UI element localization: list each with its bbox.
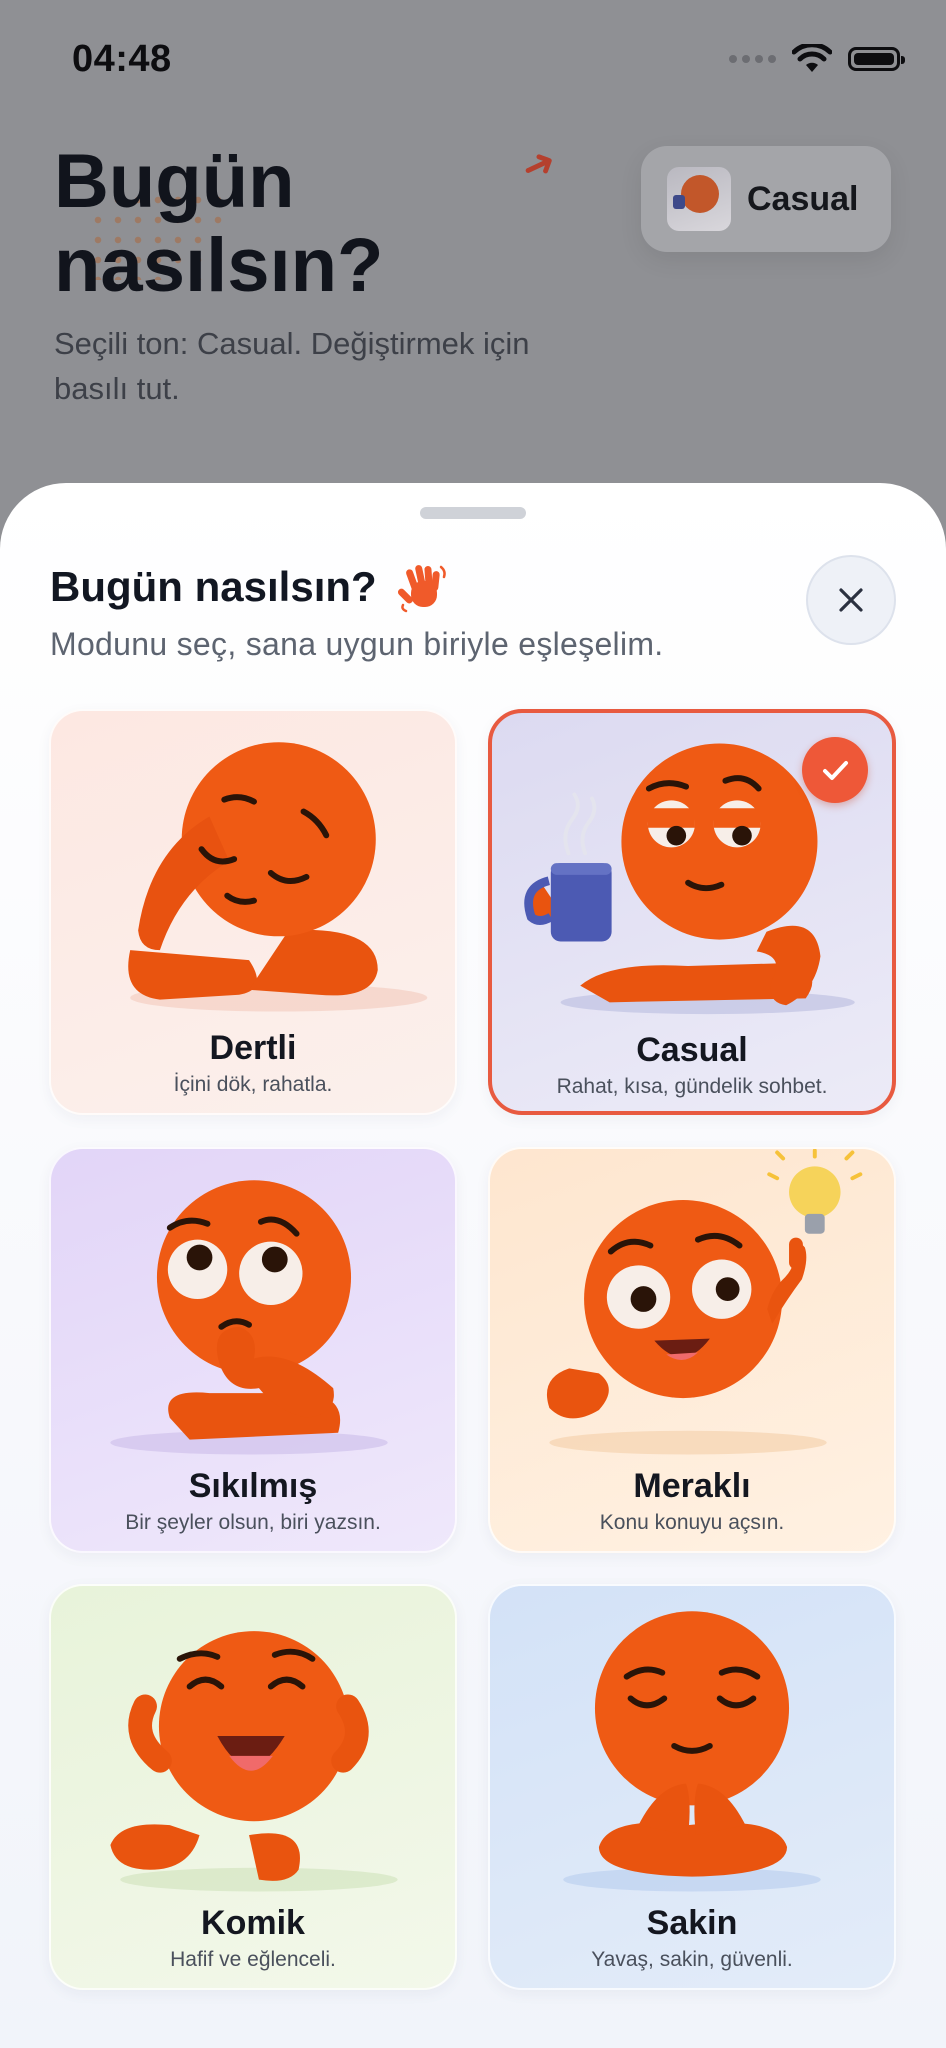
mood-sheet: Bugün nasılsın? Modunu seç, sana uygun b… — [0, 483, 946, 2048]
mood-card-dertli[interactable]: Dertli İçini dök, rahatla. — [49, 709, 457, 1115]
komik-character-illustration — [110, 1631, 398, 1892]
mood-name: Sakin — [646, 1904, 738, 1942]
page-subtitle: Seçili ton: Casual. Değiştirmek için bas… — [54, 326, 530, 406]
selected-check-badge — [802, 737, 868, 803]
tone-label: Casual — [747, 179, 859, 218]
status-icons — [729, 44, 905, 74]
mood-description: Yavaş, sakin, güvenli. — [591, 1948, 793, 1971]
close-button[interactable] — [806, 555, 896, 645]
checkmark-icon — [823, 761, 848, 780]
page-title: Bugün nasılsın? — [54, 139, 384, 308]
mood-description: Hafif ve eğlenceli. — [170, 1948, 336, 1971]
close-icon — [839, 588, 863, 612]
battery-icon — [848, 47, 905, 71]
mood-card-komik[interactable]: Komik Hafif ve eğlenceli. — [49, 1584, 457, 1990]
status-time: 04:48 — [72, 38, 172, 80]
dertli-character-illustration — [128, 742, 428, 1012]
mood-description: Bir şeyler olsun, biri yazsın. — [125, 1511, 381, 1534]
mood-name: Meraklı — [633, 1467, 751, 1505]
sheet-subtitle: Modunu seç, sana uygun biriyle eşleşelim… — [50, 626, 664, 662]
mood-card-sakin[interactable]: Sakin Yavaş, sakin, güvenli. — [488, 1584, 896, 1990]
tone-thumbnail — [667, 167, 731, 231]
sheet-title: Bugün nasılsın? — [50, 561, 449, 613]
sakin-character-illustration — [563, 1611, 821, 1892]
mood-card-merakli[interactable]: Meraklı Konu konuyu açsın. — [488, 1147, 896, 1553]
sheet-title-text: Bugün nasılsın? — [50, 563, 377, 610]
mood-name: Casual — [636, 1031, 748, 1069]
mood-description: İçini dök, rahatla. — [173, 1073, 333, 1096]
wifi-icon — [792, 44, 832, 72]
mood-name: Komik — [201, 1904, 305, 1942]
tone-selector-button[interactable]: Casual — [641, 146, 891, 252]
waving-hand-icon — [397, 565, 446, 613]
mood-name: Dertli — [209, 1029, 297, 1067]
merakli-character-illustration — [546, 1149, 863, 1455]
mood-card-sikilmis[interactable]: Sıkılmış Bir şeyler olsun, biri yazsın. — [49, 1147, 457, 1553]
mood-description: Konu konuyu açsın. — [599, 1511, 785, 1534]
mood-description: Rahat, kısa, gündelik sohbet. — [556, 1075, 828, 1098]
mood-card-casual[interactable]: Casual Rahat, kısa, gündelik sohbet. — [488, 709, 896, 1115]
mood-name: Sıkılmış — [188, 1467, 318, 1505]
signal-icon — [729, 55, 776, 63]
sikilmis-character-illustration — [110, 1180, 388, 1455]
sheet-grabber[interactable] — [420, 507, 526, 519]
